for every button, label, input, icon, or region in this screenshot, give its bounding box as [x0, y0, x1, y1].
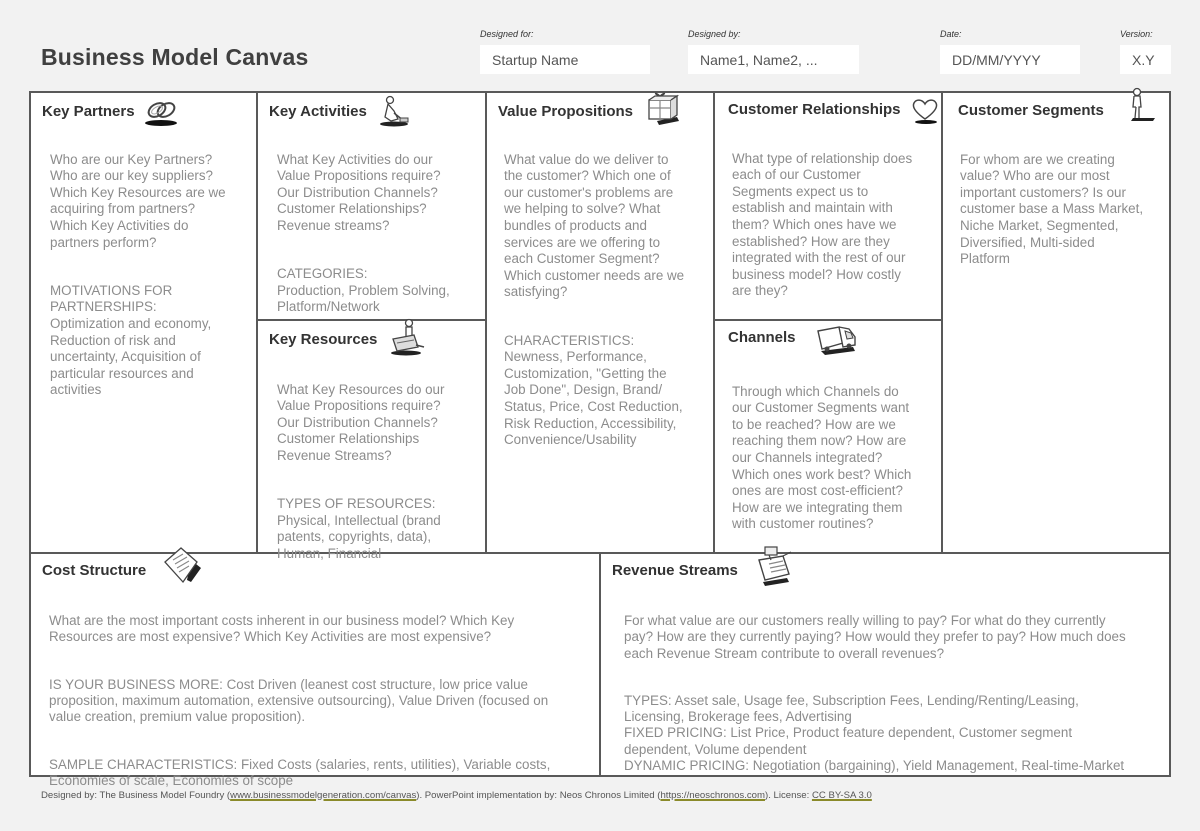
key-partners-motivations: MOTIVATIONS FOR PARTNERSHIPS: Optimizati… — [50, 282, 212, 398]
cost-structure-characteristics: SAMPLE CHARACTERISTICS: Fixed Costs (sal… — [49, 756, 551, 788]
value-propositions-title: Value Propositions — [498, 103, 634, 120]
invoice-icon — [161, 546, 205, 591]
customer-relationships-questions: What type of relationship does each of o… — [732, 150, 913, 299]
key-activities-title: Key Activities — [269, 103, 367, 120]
business-model-canvas: Key Partners Who are our Key Partners? W… — [29, 87, 1171, 788]
value-propositions-questions: What value do we deliver to the customer… — [504, 151, 685, 300]
cost-structure-title: Cost Structure — [42, 562, 147, 579]
key-partners-title: Key Partners — [42, 103, 135, 120]
footer-middle: ). PowerPoint implementation by: Neos Ch… — [416, 790, 661, 801]
value-propositions-block[interactable]: Value Propositions What value do we deli… — [487, 91, 713, 552]
channels-questions: Through which Channels do our Customer S… — [732, 383, 912, 532]
gift-icon — [643, 91, 681, 130]
heart-icon — [911, 97, 939, 130]
worker-icon — [376, 95, 410, 132]
designed-for-label: Designed for: — [480, 29, 534, 39]
forklift-icon — [388, 317, 426, 362]
license-link[interactable]: CC BY-SA 3.0 — [812, 790, 872, 801]
key-activities-block[interactable]: Key Activities What Key Activities do ou… — [258, 93, 485, 319]
customer-segments-text: For whom are we creating value? Who are … — [960, 135, 1143, 299]
key-activities-questions: What Key Activities do our Value Proposi… — [277, 151, 441, 233]
designed-by-field[interactable] — [688, 45, 859, 74]
customer-segments-questions: For whom are we creating value? Who are … — [960, 151, 1144, 267]
key-resources-types: TYPES OF RESOURCES: Physical, Intellectu… — [277, 496, 441, 561]
customer-segments-block[interactable]: Customer Segments For whom are we creati… — [943, 87, 1169, 552]
date-label: Date: — [940, 29, 962, 39]
revenue-streams-text: For what value are our customers really … — [624, 597, 1126, 805]
key-activities-categories: CATEGORIES: Production, Problem Solving,… — [277, 266, 450, 315]
revenue-streams-block[interactable]: Revenue Streams For what value are our c… — [601, 546, 1169, 775]
key-resources-questions: What Key Resources do our Value Proposit… — [277, 381, 445, 463]
key-partners-questions: Who are our Key Partners? Who are our ke… — [50, 151, 226, 250]
channels-text: Through which Channels do our Customer S… — [732, 367, 911, 565]
key-activities-text: What Key Activities do our Value Proposi… — [277, 135, 450, 348]
value-propositions-characteristics: CHARACTERISTICS: Newness, Performance, C… — [504, 332, 683, 448]
cost-structure-block[interactable]: Cost Structure What are the most importa… — [31, 547, 599, 788]
page-title: Business Model Canvas — [41, 44, 309, 70]
designed-for-field[interactable] — [480, 45, 650, 74]
cost-structure-questions: What are the most important costs inhere… — [49, 613, 515, 645]
chain-link-icon — [143, 97, 181, 132]
date-field[interactable] — [940, 45, 1080, 74]
cost-structure-text: What are the most important costs inhere… — [49, 597, 550, 820]
version-field[interactable] — [1120, 45, 1171, 74]
footer-credits: Designed by: The Business Model Foundry … — [41, 790, 872, 801]
revenue-streams-questions: For what value are our customers really … — [624, 613, 1126, 661]
business-model-foundry-link[interactable]: www.businessmodelgeneration.com/canvas — [230, 790, 416, 801]
customer-relationships-block[interactable]: Customer Relationships What type of rela… — [715, 93, 941, 319]
cash-register-icon — [755, 544, 795, 593]
truck-icon — [815, 323, 859, 362]
key-resources-block[interactable]: Key Resources What Key Resources do our … — [258, 318, 485, 561]
cost-structure-business-type: IS YOUR BUSINESS MORE: Cost Driven (lean… — [49, 676, 549, 725]
value-propositions-text: What value do we deliver to the customer… — [504, 135, 684, 480]
channels-block[interactable]: Channels Through which Channels do our C… — [715, 321, 941, 552]
customer-relationships-title: Customer Relationships — [728, 101, 901, 118]
customer-relationships-text: What type of relationship does each of o… — [732, 134, 912, 332]
neos-chronos-link[interactable]: https://neoschronos.com — [660, 790, 765, 801]
customer-segments-title: Customer Segments — [958, 102, 1104, 119]
person-icon — [1123, 87, 1157, 128]
revenue-streams-title: Revenue Streams — [612, 562, 738, 579]
footer-suffix: ). License: — [765, 790, 812, 801]
key-partners-text: Who are our Key Partners? Who are our ke… — [50, 135, 226, 431]
key-resources-title: Key Resources — [269, 331, 378, 348]
footer-prefix: Designed by: The Business Model Foundry … — [41, 790, 231, 801]
revenue-streams-types-pricing: TYPES: Asset sale, Usage fee, Subscripti… — [624, 693, 1125, 773]
designed-by-label: Designed by: — [688, 29, 741, 39]
key-partners-block[interactable]: Key Partners Who are our Key Partners? W… — [31, 93, 256, 552]
version-label: Version: — [1120, 29, 1153, 39]
channels-title: Channels — [728, 329, 796, 346]
